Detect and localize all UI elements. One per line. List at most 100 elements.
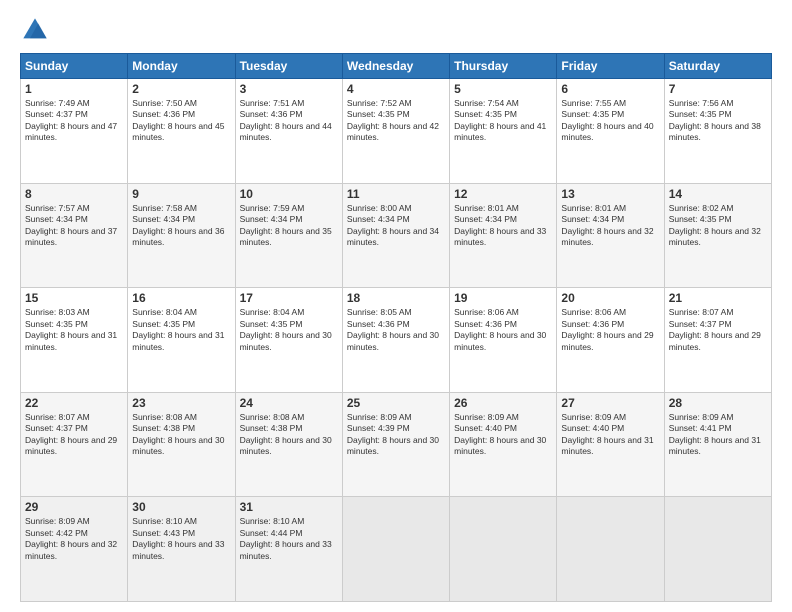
- day-number: 2: [132, 82, 230, 96]
- calendar-cell: 12 Sunrise: 8:01 AMSunset: 4:34 PMDayligh…: [450, 183, 557, 288]
- weekday-header-friday: Friday: [557, 54, 664, 79]
- calendar-cell: 31 Sunrise: 8:10 AMSunset: 4:44 PMDayligh…: [235, 497, 342, 602]
- day-info: Sunrise: 8:09 AMSunset: 4:42 PMDaylight:…: [25, 516, 123, 562]
- calendar-cell: 5 Sunrise: 7:54 AMSunset: 4:35 PMDaylight…: [450, 79, 557, 184]
- weekday-header-wednesday: Wednesday: [342, 54, 449, 79]
- day-info: Sunrise: 8:08 AMSunset: 4:38 PMDaylight:…: [132, 412, 230, 458]
- day-info: Sunrise: 7:58 AMSunset: 4:34 PMDaylight:…: [132, 203, 230, 249]
- calendar-cell: 3 Sunrise: 7:51 AMSunset: 4:36 PMDaylight…: [235, 79, 342, 184]
- day-info: Sunrise: 8:00 AMSunset: 4:34 PMDaylight:…: [347, 203, 445, 249]
- calendar-cell: [342, 497, 449, 602]
- day-number: 30: [132, 500, 230, 514]
- calendar-cell: 29Sunrise: 8:09 AMSunset: 4:42 PMDayligh…: [21, 497, 128, 602]
- calendar-table: SundayMondayTuesdayWednesdayThursdayFrid…: [20, 53, 772, 602]
- weekday-header-row: SundayMondayTuesdayWednesdayThursdayFrid…: [21, 54, 772, 79]
- calendar-cell: 30 Sunrise: 8:10 AMSunset: 4:43 PMDayligh…: [128, 497, 235, 602]
- day-info: Sunrise: 7:55 AMSunset: 4:35 PMDaylight:…: [561, 98, 659, 144]
- day-info: Sunrise: 8:10 AMSunset: 4:43 PMDaylight:…: [132, 516, 230, 562]
- day-number: 13: [561, 187, 659, 201]
- day-number: 1: [25, 82, 123, 96]
- weekday-header-saturday: Saturday: [664, 54, 771, 79]
- calendar-cell: [664, 497, 771, 602]
- day-number: 10: [240, 187, 338, 201]
- calendar-cell: 11 Sunrise: 8:00 AMSunset: 4:34 PMDayligh…: [342, 183, 449, 288]
- day-info: Sunrise: 7:59 AMSunset: 4:34 PMDaylight:…: [240, 203, 338, 249]
- day-number: 26: [454, 396, 552, 410]
- day-number: 19: [454, 291, 552, 305]
- weekday-header-monday: Monday: [128, 54, 235, 79]
- day-number: 15: [25, 291, 123, 305]
- day-number: 28: [669, 396, 767, 410]
- day-number: 11: [347, 187, 445, 201]
- calendar-week-row: 8Sunrise: 7:57 AMSunset: 4:34 PMDaylight…: [21, 183, 772, 288]
- day-info: Sunrise: 8:06 AMSunset: 4:36 PMDaylight:…: [561, 307, 659, 353]
- day-info: Sunrise: 8:09 AMSunset: 4:40 PMDaylight:…: [561, 412, 659, 458]
- day-info: Sunrise: 8:07 AMSunset: 4:37 PMDaylight:…: [25, 412, 123, 458]
- calendar-cell: 14 Sunrise: 8:02 AMSunset: 4:35 PMDayligh…: [664, 183, 771, 288]
- header: [20, 15, 772, 45]
- calendar-cell: [557, 497, 664, 602]
- day-number: 12: [454, 187, 552, 201]
- calendar-cell: 20 Sunrise: 8:06 AMSunset: 4:36 PMDayligh…: [557, 288, 664, 393]
- calendar-body: 1 Sunrise: 7:49 AMSunset: 4:37 PMDaylight…: [21, 79, 772, 602]
- day-info: Sunrise: 8:08 AMSunset: 4:38 PMDaylight:…: [240, 412, 338, 458]
- calendar-cell: 27 Sunrise: 8:09 AMSunset: 4:40 PMDayligh…: [557, 392, 664, 497]
- day-info: Sunrise: 7:54 AMSunset: 4:35 PMDaylight:…: [454, 98, 552, 144]
- calendar-week-row: 1 Sunrise: 7:49 AMSunset: 4:37 PMDaylight…: [21, 79, 772, 184]
- day-info: Sunrise: 8:09 AMSunset: 4:39 PMDaylight:…: [347, 412, 445, 458]
- day-number: 16: [132, 291, 230, 305]
- day-info: Sunrise: 8:03 AMSunset: 4:35 PMDaylight:…: [25, 307, 123, 353]
- day-number: 14: [669, 187, 767, 201]
- day-info: Sunrise: 7:51 AMSunset: 4:36 PMDaylight:…: [240, 98, 338, 144]
- calendar-cell: 7 Sunrise: 7:56 AMSunset: 4:35 PMDaylight…: [664, 79, 771, 184]
- day-number: 17: [240, 291, 338, 305]
- calendar-cell: 8Sunrise: 7:57 AMSunset: 4:34 PMDaylight…: [21, 183, 128, 288]
- calendar-cell: 17Sunrise: 8:04 AMSunset: 4:35 PMDayligh…: [235, 288, 342, 393]
- day-info: Sunrise: 8:01 AMSunset: 4:34 PMDaylight:…: [561, 203, 659, 249]
- calendar-cell: 28 Sunrise: 8:09 AMSunset: 4:41 PMDayligh…: [664, 392, 771, 497]
- day-info: Sunrise: 8:06 AMSunset: 4:36 PMDaylight:…: [454, 307, 552, 353]
- day-number: 6: [561, 82, 659, 96]
- day-info: Sunrise: 8:02 AMSunset: 4:35 PMDaylight:…: [669, 203, 767, 249]
- calendar-cell: 6 Sunrise: 7:55 AMSunset: 4:35 PMDaylight…: [557, 79, 664, 184]
- day-number: 31: [240, 500, 338, 514]
- logo: [20, 15, 54, 45]
- weekday-header-thursday: Thursday: [450, 54, 557, 79]
- weekday-header-tuesday: Tuesday: [235, 54, 342, 79]
- day-number: 21: [669, 291, 767, 305]
- day-number: 27: [561, 396, 659, 410]
- day-info: Sunrise: 8:10 AMSunset: 4:44 PMDaylight:…: [240, 516, 338, 562]
- calendar-cell: 23 Sunrise: 8:08 AMSunset: 4:38 PMDayligh…: [128, 392, 235, 497]
- calendar-cell: 9 Sunrise: 7:58 AMSunset: 4:34 PMDaylight…: [128, 183, 235, 288]
- day-info: Sunrise: 7:50 AMSunset: 4:36 PMDaylight:…: [132, 98, 230, 144]
- day-number: 7: [669, 82, 767, 96]
- day-info: Sunrise: 8:07 AMSunset: 4:37 PMDaylight:…: [669, 307, 767, 353]
- calendar-week-row: 15 Sunrise: 8:03 AMSunset: 4:35 PMDayligh…: [21, 288, 772, 393]
- calendar-cell: 4 Sunrise: 7:52 AMSunset: 4:35 PMDaylight…: [342, 79, 449, 184]
- calendar-cell: 16 Sunrise: 8:04 AMSunset: 4:35 PMDayligh…: [128, 288, 235, 393]
- logo-icon: [20, 15, 50, 45]
- day-number: 3: [240, 82, 338, 96]
- day-number: 9: [132, 187, 230, 201]
- calendar-cell: 24 Sunrise: 8:08 AMSunset: 4:38 PMDayligh…: [235, 392, 342, 497]
- day-number: 22: [25, 396, 123, 410]
- day-info: Sunrise: 8:09 AMSunset: 4:41 PMDaylight:…: [669, 412, 767, 458]
- day-number: 4: [347, 82, 445, 96]
- day-info: Sunrise: 8:04 AMSunset: 4:35 PMDaylight:…: [132, 307, 230, 353]
- calendar-cell: 22 Sunrise: 8:07 AMSunset: 4:37 PMDayligh…: [21, 392, 128, 497]
- day-number: 24: [240, 396, 338, 410]
- calendar-week-row: 22 Sunrise: 8:07 AMSunset: 4:37 PMDayligh…: [21, 392, 772, 497]
- day-number: 23: [132, 396, 230, 410]
- day-info: Sunrise: 7:49 AMSunset: 4:37 PMDaylight:…: [25, 98, 123, 144]
- calendar-cell: 18 Sunrise: 8:05 AMSunset: 4:36 PMDayligh…: [342, 288, 449, 393]
- day-info: Sunrise: 8:01 AMSunset: 4:34 PMDaylight:…: [454, 203, 552, 249]
- day-number: 25: [347, 396, 445, 410]
- day-info: Sunrise: 7:52 AMSunset: 4:35 PMDaylight:…: [347, 98, 445, 144]
- day-info: Sunrise: 8:05 AMSunset: 4:36 PMDaylight:…: [347, 307, 445, 353]
- day-number: 5: [454, 82, 552, 96]
- day-number: 18: [347, 291, 445, 305]
- calendar-cell: 21 Sunrise: 8:07 AMSunset: 4:37 PMDayligh…: [664, 288, 771, 393]
- day-number: 20: [561, 291, 659, 305]
- calendar-cell: 26Sunrise: 8:09 AMSunset: 4:40 PMDayligh…: [450, 392, 557, 497]
- day-info: Sunrise: 7:56 AMSunset: 4:35 PMDaylight:…: [669, 98, 767, 144]
